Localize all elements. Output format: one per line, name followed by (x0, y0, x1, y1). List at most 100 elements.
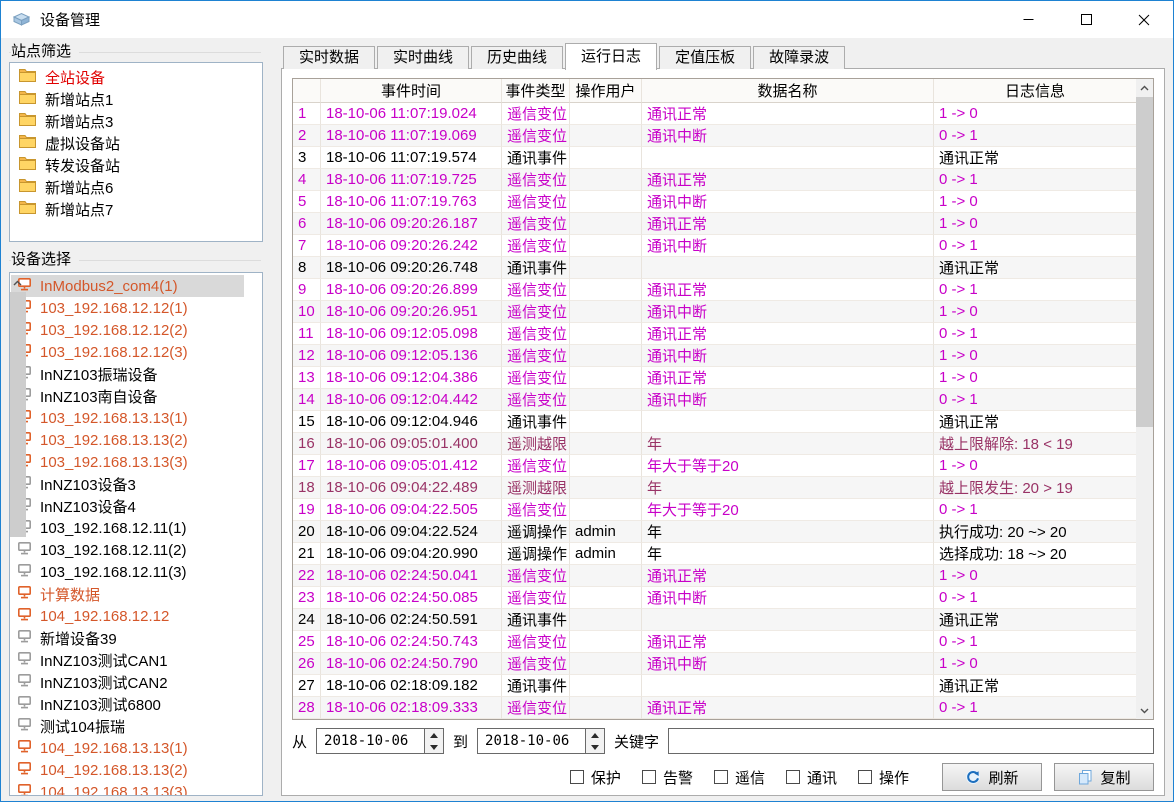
close-button[interactable] (1115, 1, 1173, 38)
tab[interactable]: 历史曲线 (471, 46, 563, 69)
filter-checkbox[interactable]: 通讯 (786, 767, 837, 788)
log-row[interactable]: 10 18-10-06 09:20:26.951 遥信变位 通讯中断 1 -> … (293, 301, 1136, 323)
device-item[interactable]: InNZ103测试CAN1 (11, 649, 244, 671)
device-item[interactable]: 测试104振瑞 (11, 715, 244, 737)
device-item[interactable]: 103_192.168.12.12(1) (11, 297, 244, 319)
log-row[interactable]: 5 18-10-06 11:07:19.763 遥信变位 通讯中断 1 -> 0 (293, 191, 1136, 213)
scroll-up-button[interactable] (9, 274, 26, 291)
cell-event-type: 遥信变位 (502, 455, 570, 477)
device-item[interactable]: 103_192.168.13.13(2) (11, 429, 244, 451)
refresh-button[interactable]: 刷新 (942, 763, 1042, 791)
cell-data-name: 通讯中断 (642, 235, 934, 257)
site-item[interactable]: 新增站点7 (10, 198, 262, 220)
cell-data-name: 通讯正常 (642, 565, 934, 587)
log-row[interactable]: 17 18-10-06 09:05:01.412 遥信变位 年大于等于20 1 … (293, 455, 1136, 477)
spin-up-button[interactable] (425, 729, 443, 741)
device-item[interactable]: 103_192.168.12.12(2) (11, 319, 244, 341)
log-row[interactable]: 9 18-10-06 09:20:26.899 遥信变位 通讯正常 0 -> 1 (293, 279, 1136, 301)
log-row[interactable]: 21 18-10-06 09:04:20.990 遥调操作 admin 年 选择… (293, 543, 1136, 565)
checkbox-box[interactable] (714, 770, 728, 784)
spin-down-button[interactable] (586, 741, 604, 753)
scroll-down-button[interactable] (1136, 702, 1153, 719)
tab[interactable]: 定值压板 (659, 46, 751, 69)
log-row[interactable]: 18 18-10-06 09:04:22.489 遥测越限 年 越上限发生: 2… (293, 477, 1136, 499)
site-item[interactable]: 新增站点6 (10, 176, 262, 198)
log-row[interactable]: 19 18-10-06 09:04:22.505 遥信变位 年大于等于20 0 … (293, 499, 1136, 521)
minimize-button[interactable] (999, 1, 1057, 38)
cell-log-info: 1 -> 0 (934, 301, 1136, 323)
log-row[interactable]: 6 18-10-06 09:20:26.187 遥信变位 通讯正常 1 -> 0 (293, 213, 1136, 235)
site-item[interactable]: 新增站点3 (10, 110, 262, 132)
log-row[interactable]: 7 18-10-06 09:20:26.242 遥信变位 通讯中断 0 -> 1 (293, 235, 1136, 257)
log-row[interactable]: 11 18-10-06 09:12:05.098 遥信变位 通讯正常 0 -> … (293, 323, 1136, 345)
log-row[interactable]: 25 18-10-06 02:24:50.743 遥信变位 通讯正常 0 -> … (293, 631, 1136, 653)
maximize-button[interactable] (1057, 1, 1115, 38)
site-item[interactable]: 新增站点1 (10, 88, 262, 110)
log-row[interactable]: 24 18-10-06 02:24:50.591 通讯事件 通讯正常 (293, 609, 1136, 631)
device-item[interactable]: InNZ103测试6800 (11, 693, 244, 715)
cell-log-info: 1 -> 0 (934, 565, 1136, 587)
device-item[interactable]: 新增设备39 (11, 627, 244, 649)
scroll-up-button[interactable] (1136, 79, 1153, 96)
log-row[interactable]: 23 18-10-06 02:24:50.085 遥信变位 通讯中断 0 -> … (293, 587, 1136, 609)
device-item[interactable]: 103_192.168.12.11(3) (11, 561, 244, 583)
device-item[interactable]: InNZ103测试CAN2 (11, 671, 244, 693)
tab[interactable]: 实时数据 (283, 46, 375, 69)
log-row[interactable]: 4 18-10-06 11:07:19.725 遥信变位 通讯正常 0 -> 1 (293, 169, 1136, 191)
log-row[interactable]: 3 18-10-06 11:07:19.574 通讯事件 通讯正常 (293, 147, 1136, 169)
device-item[interactable]: 计算数据 (11, 583, 244, 605)
copy-button[interactable]: 复制 (1054, 763, 1154, 791)
date-to-picker[interactable]: 2018-10-06 (477, 728, 605, 754)
device-item[interactable]: InNZ103设备4 (11, 495, 244, 517)
spin-down-button[interactable] (425, 741, 443, 753)
device-item[interactable]: 103_192.168.12.11(1) (11, 517, 244, 539)
device-item[interactable]: 103_192.168.12.12(3) (11, 341, 244, 363)
checkbox-box[interactable] (642, 770, 656, 784)
date-from-picker[interactable]: 2018-10-06 (316, 728, 444, 754)
log-row[interactable]: 27 18-10-06 02:18:09.182 通讯事件 通讯正常 (293, 675, 1136, 697)
site-item[interactable]: 全站设备 (10, 66, 262, 88)
cell-log-info: 0 -> 1 (934, 279, 1136, 301)
device-item[interactable]: InNZ103振瑞设备 (11, 363, 244, 385)
device-item[interactable]: InModbus2_com4(1) (11, 275, 244, 297)
device-item[interactable]: 104_192.168.12.12 (11, 605, 244, 627)
log-row[interactable]: 20 18-10-06 09:04:22.524 遥调操作 admin 年 执行… (293, 521, 1136, 543)
log-row[interactable]: 13 18-10-06 09:12:04.386 遥信变位 通讯正常 1 -> … (293, 367, 1136, 389)
device-item[interactable]: InNZ103设备3 (11, 473, 244, 495)
filter-checkbox[interactable]: 操作 (858, 767, 909, 788)
log-row[interactable]: 28 18-10-06 02:18:09.333 遥信变位 通讯正常 0 -> … (293, 697, 1136, 719)
tab[interactable]: 运行日志 (565, 43, 657, 70)
log-row[interactable]: 14 18-10-06 09:12:04.442 遥信变位 通讯中断 0 -> … (293, 389, 1136, 411)
scrollbar-thumb[interactable] (9, 292, 26, 537)
device-item[interactable]: 103_192.168.13.13(1) (11, 407, 244, 429)
tab[interactable]: 实时曲线 (377, 46, 469, 69)
scroll-down-button[interactable] (9, 272, 26, 274)
log-row[interactable]: 1 18-10-06 11:07:19.024 遥信变位 通讯正常 1 -> 0 (293, 103, 1136, 125)
spin-up-button[interactable] (586, 729, 604, 741)
site-item[interactable]: 虚拟设备站 (10, 132, 262, 154)
log-table-scrollbar[interactable] (1136, 79, 1153, 719)
device-item[interactable]: 104_192.168.13.13(2) (11, 759, 244, 781)
log-row[interactable]: 2 18-10-06 11:07:19.069 遥信变位 通讯中断 0 -> 1 (293, 125, 1136, 147)
filter-checkbox[interactable]: 保护 (570, 767, 621, 788)
site-item[interactable]: 转发设备站 (10, 154, 262, 176)
log-row[interactable]: 26 18-10-06 02:24:50.790 遥信变位 通讯中断 1 -> … (293, 653, 1136, 675)
device-item[interactable]: 103_192.168.13.13(3) (11, 451, 244, 473)
log-row[interactable]: 15 18-10-06 09:12:04.946 通讯事件 通讯正常 (293, 411, 1136, 433)
log-row[interactable]: 12 18-10-06 09:12:05.136 遥信变位 通讯中断 1 -> … (293, 345, 1136, 367)
filter-checkbox[interactable]: 告警 (642, 767, 693, 788)
scrollbar-thumb[interactable] (1136, 97, 1153, 427)
checkbox-box[interactable] (858, 770, 872, 784)
keyword-input[interactable] (668, 728, 1154, 754)
checkbox-box[interactable] (786, 770, 800, 784)
checkbox-box[interactable] (570, 770, 584, 784)
filter-checkbox[interactable]: 遥信 (714, 767, 765, 788)
log-row[interactable]: 8 18-10-06 09:20:26.748 通讯事件 通讯正常 (293, 257, 1136, 279)
device-item[interactable]: InNZ103南自设备 (11, 385, 244, 407)
device-item[interactable]: 104_192.168.13.13(3) (11, 781, 244, 796)
device-item[interactable]: 103_192.168.12.11(2) (11, 539, 244, 561)
log-row[interactable]: 16 18-10-06 09:05:01.400 遥测越限 年 越上限解除: 1… (293, 433, 1136, 455)
log-row[interactable]: 22 18-10-06 02:24:50.041 遥信变位 通讯正常 1 -> … (293, 565, 1136, 587)
tab[interactable]: 故障录波 (753, 46, 845, 69)
device-item[interactable]: 104_192.168.13.13(1) (11, 737, 244, 759)
